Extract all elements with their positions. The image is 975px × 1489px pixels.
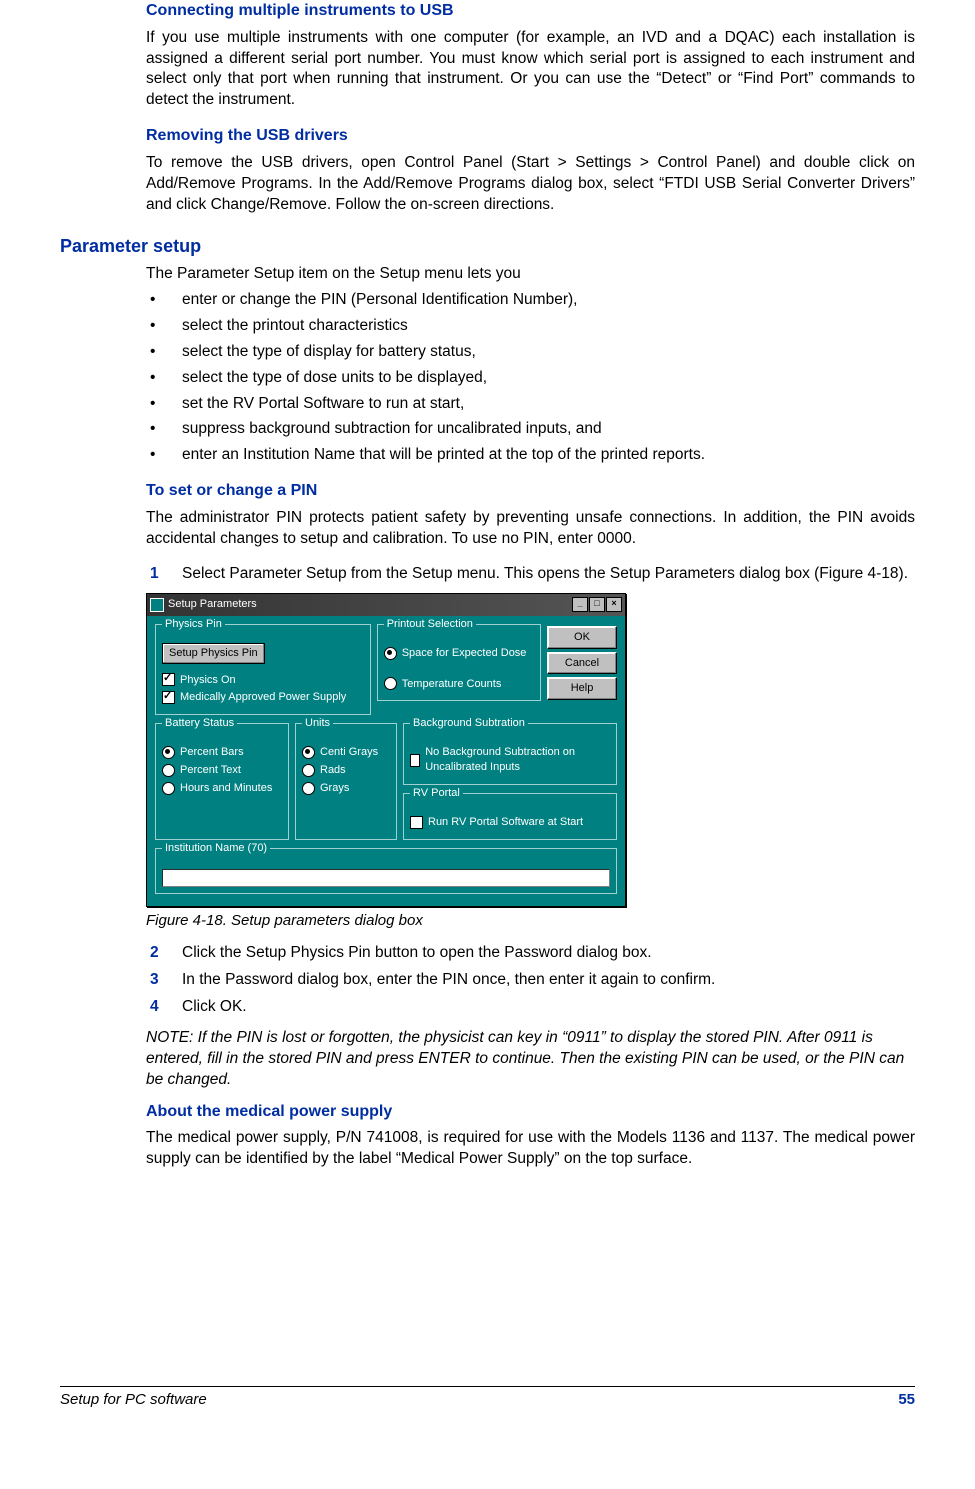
institution-legend: Institution Name (70): [162, 841, 270, 856]
printout-legend: Printout Selection: [384, 617, 476, 632]
checkbox-icon: [162, 691, 175, 704]
bullet-item: enter or change the PIN (Personal Identi…: [146, 290, 915, 311]
page-footer: Setup for PC software 55: [60, 1386, 915, 1410]
step-text: Click the Setup Physics Pin button to op…: [182, 944, 652, 961]
temperature-counts-radio[interactable]: Temperature Counts: [384, 677, 534, 692]
radio-icon: [302, 746, 315, 759]
institution-name-input[interactable]: [162, 869, 610, 887]
radio-icon: [302, 782, 315, 795]
heading-medical-power: About the medical power supply: [146, 1101, 915, 1123]
heading-connecting-usb: Connecting multiple instruments to USB: [146, 0, 915, 22]
step-number: 3: [150, 970, 159, 991]
battery-status-group: Battery Status Percent Bars Percent Text…: [155, 723, 289, 840]
space-expected-dose-radio[interactable]: Space for Expected Dose: [384, 646, 534, 661]
no-bg-subtraction-checkbox[interactable]: No Background Subtraction on Uncalibrate…: [410, 745, 610, 775]
para-param-intro: The Parameter Setup item on the Setup me…: [146, 264, 915, 285]
note-pin-lost: NOTE: If the PIN is lost or forgotten, t…: [146, 1028, 915, 1091]
cancel-button[interactable]: Cancel: [547, 652, 617, 675]
hours-minutes-radio[interactable]: Hours and Minutes: [162, 781, 282, 796]
para-pin-intro: The administrator PIN protects patient s…: [146, 508, 915, 550]
maximize-icon[interactable]: □: [589, 597, 605, 612]
step-number: 4: [150, 997, 159, 1018]
institution-name-group: Institution Name (70): [155, 848, 617, 894]
bg-subtraction-group: Background Subtration No Background Subt…: [403, 723, 617, 785]
radio-icon: [162, 746, 175, 759]
physics-on-checkbox[interactable]: Physics On: [162, 673, 364, 688]
close-icon[interactable]: ×: [606, 597, 622, 612]
units-group: Units Centi Grays Rads Grays: [295, 723, 397, 840]
setup-physics-pin-button[interactable]: Setup Physics Pin: [162, 643, 265, 664]
radio-icon: [302, 764, 315, 777]
physics-pin-legend: Physics Pin: [162, 617, 225, 632]
dialog-title: Setup Parameters: [168, 597, 257, 612]
heading-parameter-setup: Parameter setup: [60, 234, 915, 258]
checkbox-icon: [410, 754, 420, 767]
step-text: Click OK.: [182, 998, 247, 1015]
step-number: 2: [150, 943, 159, 964]
step-3: 3 In the Password dialog box, enter the …: [146, 970, 915, 991]
centigrays-radio[interactable]: Centi Grays: [302, 745, 390, 760]
help-button[interactable]: Help: [547, 677, 617, 700]
rv-portal-legend: RV Portal: [410, 786, 463, 801]
medical-power-checkbox[interactable]: Medically Approved Power Supply: [162, 690, 364, 705]
printout-selection-group: Printout Selection Space for Expected Do…: [377, 624, 541, 702]
step-2: 2 Click the Setup Physics Pin button to …: [146, 943, 915, 964]
footer-section-label: Setup for PC software: [60, 1390, 207, 1410]
bullet-item: enter an Institution Name that will be p…: [146, 445, 915, 466]
bullet-item: suppress background subtraction for unca…: [146, 419, 915, 440]
step-number: 1: [150, 564, 159, 585]
rads-radio[interactable]: Rads: [302, 763, 390, 778]
dialog-titlebar: Setup Parameters _ □ ×: [147, 594, 625, 616]
app-icon: [150, 598, 164, 612]
physics-pin-group: Physics Pin Setup Physics Pin Physics On…: [155, 624, 371, 716]
run-rv-portal-checkbox[interactable]: Run RV Portal Software at Start: [410, 815, 610, 830]
page-number: 55: [898, 1390, 915, 1410]
battery-legend: Battery Status: [162, 716, 237, 731]
bullet-item: select the type of display for battery s…: [146, 342, 915, 363]
step-text: In the Password dialog box, enter the PI…: [182, 971, 715, 988]
bullet-item: select the printout characteristics: [146, 316, 915, 337]
step-1: 1 Select Parameter Setup from the Setup …: [146, 564, 915, 585]
checkbox-icon: [162, 673, 175, 686]
percent-text-radio[interactable]: Percent Text: [162, 763, 282, 778]
bg-subtraction-legend: Background Subtration: [410, 716, 528, 731]
step-4: 4 Click OK.: [146, 997, 915, 1018]
ok-button[interactable]: OK: [547, 626, 617, 649]
bullet-item: select the type of dose units to be disp…: [146, 368, 915, 389]
heading-removing-drivers: Removing the USB drivers: [146, 125, 915, 147]
figure-caption: Figure 4-18. Setup parameters dialog box: [146, 911, 915, 931]
para-removing-drivers: To remove the USB drivers, open Control …: [146, 153, 915, 216]
grays-radio[interactable]: Grays: [302, 781, 390, 796]
units-legend: Units: [302, 716, 333, 731]
para-medical-power: The medical power supply, P/N 741008, is…: [146, 1128, 915, 1170]
radio-icon: [384, 647, 397, 660]
setup-parameters-dialog: Setup Parameters _ □ × Physics Pin Setup…: [146, 593, 626, 907]
para-connecting-usb: If you use multiple instruments with one…: [146, 28, 915, 112]
rv-portal-group: RV Portal Run RV Portal Software at Star…: [403, 793, 617, 840]
radio-icon: [384, 677, 397, 690]
minimize-icon[interactable]: _: [572, 597, 588, 612]
percent-bars-radio[interactable]: Percent Bars: [162, 745, 282, 760]
radio-icon: [162, 782, 175, 795]
step-text: Select Parameter Setup from the Setup me…: [182, 565, 908, 582]
checkbox-icon: [410, 816, 423, 829]
bullet-item: set the RV Portal Software to run at sta…: [146, 394, 915, 415]
heading-set-pin: To set or change a PIN: [146, 480, 915, 502]
radio-icon: [162, 764, 175, 777]
bullet-list: enter or change the PIN (Personal Identi…: [146, 290, 915, 466]
